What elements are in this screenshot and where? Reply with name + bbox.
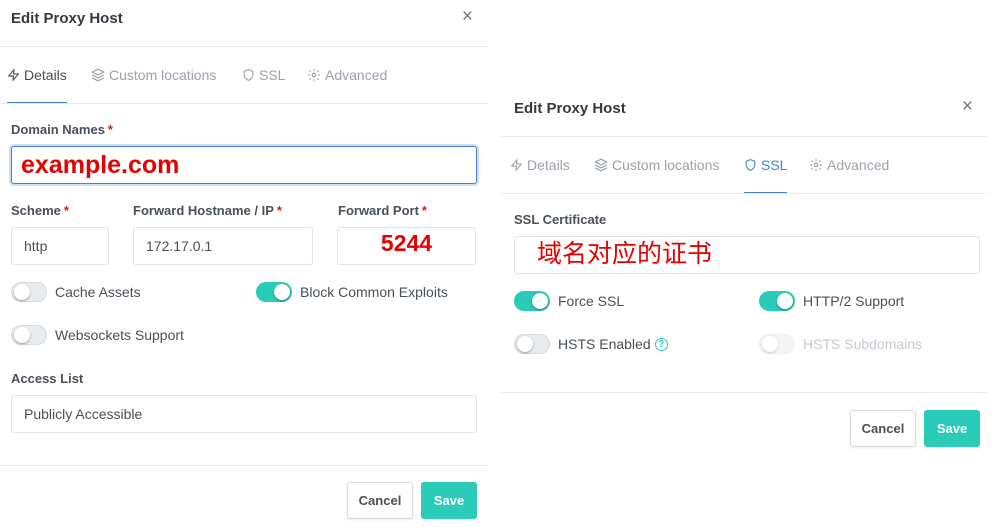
forward-hostname-label-text: Forward Hostname / IP	[133, 203, 274, 218]
switch-on[interactable]	[514, 291, 550, 311]
hsts-enabled-label: HSTS Enabled	[558, 336, 651, 352]
tab-advanced-label: Advanced	[827, 157, 890, 173]
hsts-subdomains-label: HSTS Subdomains	[803, 336, 923, 352]
switch-off[interactable]	[514, 334, 550, 354]
tab-advanced-label: Advanced	[325, 67, 388, 83]
forward-port-input[interactable]: 5244	[337, 227, 476, 265]
forward-port-value: 5244	[380, 229, 433, 256]
forward-hostname-label: Forward Hostname / IP *	[133, 203, 282, 218]
tab-ssl[interactable]: SSL	[242, 47, 285, 103]
dialog-header: Edit Proxy Host ×	[0, 0, 488, 47]
switch-on[interactable]	[759, 291, 795, 311]
domain-names-label-text: Domain Names	[11, 122, 105, 137]
tab-details[interactable]: Details	[7, 47, 67, 103]
tab-custom-locations[interactable]: Custom locations	[91, 47, 216, 103]
tab-bar: Details Custom locations SSL Advanced	[0, 47, 488, 104]
scheme-label: Scheme *	[11, 203, 69, 218]
tab-advanced[interactable]: Advanced	[809, 137, 889, 193]
tab-details-label: Details	[527, 157, 570, 173]
http2-support-label: HTTP/2 Support	[803, 293, 905, 309]
access-list-value: Publicly Accessible	[24, 406, 143, 422]
shield-icon	[744, 158, 757, 172]
hsts-enabled-toggle[interactable]: HSTS Enabled ?	[514, 334, 668, 354]
forward-port-label-text: Forward Port	[338, 203, 419, 218]
required-marker: *	[63, 203, 69, 218]
access-list-label: Access List	[11, 371, 84, 386]
cancel-button[interactable]: Cancel	[347, 482, 413, 519]
close-icon[interactable]: ×	[462, 7, 473, 26]
tab-custom-locations[interactable]: Custom locations	[594, 137, 719, 193]
forward-port-label: Forward Port *	[338, 203, 427, 218]
forward-hostname-input[interactable]: 172.17.0.1	[133, 227, 313, 265]
scheme-value: http	[24, 238, 48, 254]
layers-icon	[91, 68, 105, 82]
http2-support-toggle[interactable]: HTTP/2 Support	[759, 291, 904, 311]
websockets-support-label: Websockets Support	[55, 327, 184, 343]
block-common-exploits-label: Block Common Exploits	[300, 284, 448, 300]
force-ssl-label: Force SSL	[558, 293, 625, 309]
tab-bar: Details Custom locations SSL Advanced	[501, 137, 988, 194]
websockets-support-toggle[interactable]: Websockets Support	[11, 325, 184, 345]
bolt-icon	[7, 68, 20, 82]
tab-ssl-label: SSL	[259, 67, 286, 83]
footer-divider	[0, 465, 488, 466]
footer-divider	[501, 392, 988, 393]
switch-off-disabled	[759, 334, 795, 354]
shield-icon	[242, 68, 255, 82]
tab-ssl[interactable]: SSL	[744, 137, 787, 193]
domain-names-input[interactable]: example.com	[11, 146, 477, 184]
dialog-header: Edit Proxy Host ×	[501, 90, 988, 137]
bolt-icon	[510, 158, 523, 172]
ssl-certificate-select[interactable]: 域名对应的证书	[514, 236, 980, 274]
required-marker: *	[421, 203, 427, 218]
cache-assets-toggle[interactable]: Cache Assets	[11, 282, 141, 302]
scheme-input[interactable]: http	[11, 227, 109, 265]
switch-off[interactable]	[11, 282, 47, 302]
required-marker: *	[276, 203, 282, 218]
required-marker: *	[107, 122, 113, 137]
domain-names-label: Domain Names *	[11, 122, 113, 137]
switch-off[interactable]	[11, 325, 47, 345]
tab-details[interactable]: Details	[510, 137, 570, 193]
tab-advanced[interactable]: Advanced	[307, 47, 387, 103]
ssl-certificate-label: SSL Certificate	[514, 212, 607, 227]
tab-details-label: Details	[24, 66, 67, 83]
switch-on[interactable]	[256, 282, 292, 302]
block-common-exploits-toggle[interactable]: Block Common Exploits	[256, 282, 448, 302]
forward-hostname-value: 172.17.0.1	[146, 238, 213, 254]
gear-icon	[809, 158, 823, 172]
tab-custom-locations-label: Custom locations	[109, 67, 217, 83]
layers-icon	[594, 158, 608, 172]
save-button[interactable]: Save	[421, 482, 477, 519]
access-list-select[interactable]: Publicly Accessible	[11, 395, 477, 433]
tab-ssl-label: SSL	[761, 156, 788, 173]
scheme-label-text: Scheme	[11, 203, 61, 218]
dialog-title: Edit Proxy Host	[11, 10, 123, 27]
cancel-button[interactable]: Cancel	[850, 410, 916, 447]
edit-proxy-host-dialog-details: Edit Proxy Host × Details Custom locatio…	[0, 0, 488, 527]
tab-custom-locations-label: Custom locations	[612, 157, 720, 173]
close-icon[interactable]: ×	[962, 97, 973, 116]
domain-names-value: example.com	[21, 150, 180, 179]
ssl-certificate-value: 域名对应的证书	[537, 239, 713, 268]
save-button[interactable]: Save	[924, 410, 980, 447]
hsts-subdomains-toggle: HSTS Subdomains	[759, 334, 922, 354]
gear-icon	[307, 68, 321, 82]
dialog-title: Edit Proxy Host	[514, 100, 626, 117]
edit-proxy-host-dialog-ssl: Edit Proxy Host × Details Custom locatio…	[501, 90, 988, 462]
help-icon[interactable]: ?	[654, 337, 668, 351]
cache-assets-label: Cache Assets	[55, 284, 141, 300]
force-ssl-toggle[interactable]: Force SSL	[514, 291, 624, 311]
